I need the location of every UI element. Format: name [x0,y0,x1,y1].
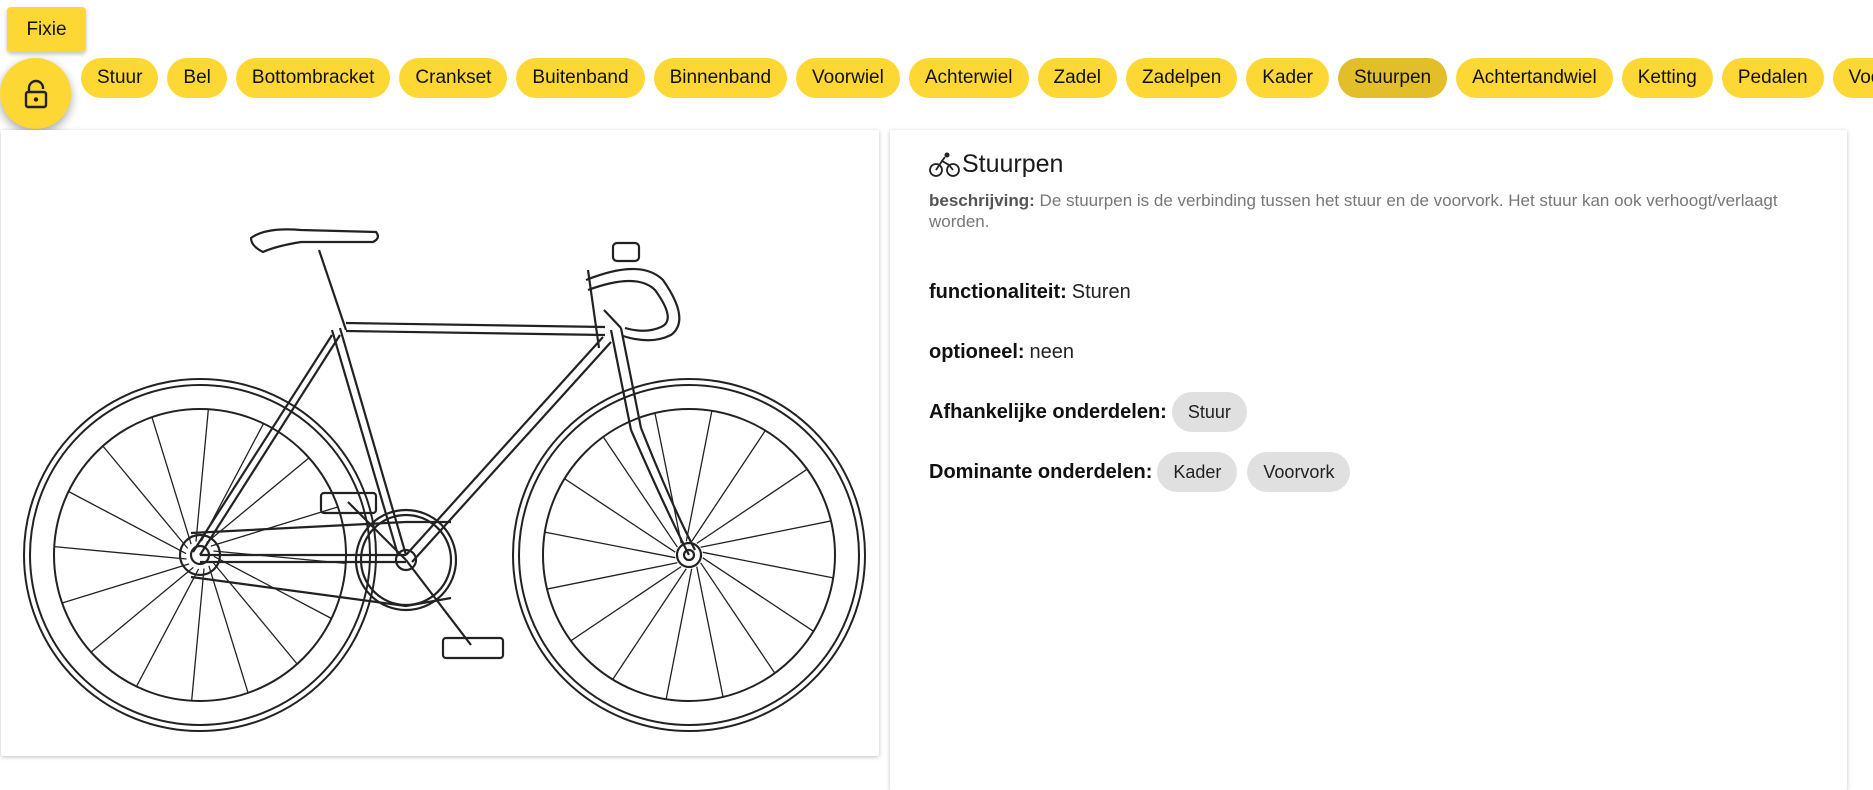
dominant-parts-list: Kader Voorvork [1157,452,1360,492]
wheel-spoke [685,410,713,542]
part-chip-zadel[interactable]: Zadel [1037,58,1118,98]
dominant-label: Dominante onderdelen: [929,460,1153,483]
part-chip-crankset[interactable]: Crankset [399,58,508,98]
optional-value: neen [1029,341,1075,363]
functionality-row: functionaliteit: Sturen [929,281,1131,304]
wheel-spoke [700,562,776,674]
part-chip-binnenband[interactable]: Binnenband [653,58,788,98]
part-pill-kader[interactable]: Kader [1157,452,1238,492]
bike-type-button[interactable]: Fixie [7,7,86,52]
wheel-spoke [546,562,678,590]
part-description: beschrijving: De stuurpen is de verbindi… [929,190,1809,232]
dependent-label: Afhankelijke onderdelen: [929,400,1167,423]
wheel-spoke [190,568,205,701]
part-chip-stuur[interactable]: Stuur [81,58,159,98]
wheel-spoke [691,430,766,542]
part-chip-stuurpen[interactable]: Stuurpen [1337,58,1448,98]
dominant-parts-row: Dominante onderdelen: Kader Voorvork [929,452,1360,492]
part-detail-card: Stuurpen beschrijving: De stuurpen is de… [890,130,1847,790]
wheel-spoke [151,416,192,545]
bike-image-card [1,130,879,756]
description-label: beschrijving: [929,191,1035,210]
wheel-spoke [135,568,200,687]
part-chip-bottombracket[interactable]: Bottombracket [235,58,391,98]
part-pill-voorvork[interactable]: Voorvork [1247,452,1351,492]
part-title-row: Stuurpen [929,150,1063,179]
wheel-spoke [612,568,687,680]
functionality-label: functionaliteit: [929,281,1067,303]
wheel-spoke [54,545,187,560]
wheel-spoke [702,551,834,579]
description-text: De stuurpen is de verbinding tussen het … [929,191,1778,231]
parts-chip-bar: Stuur Bel Bottombracket Crankset Buitenband B… [81,58,1873,98]
part-chip-bel[interactable]: Bel [167,58,227,98]
wheel-spoke [90,566,194,653]
optional-label: optioneel: [929,341,1025,363]
dependent-parts-list: Stuur [1171,392,1257,432]
lock-button[interactable] [0,58,71,129]
wheel-spoke [702,557,814,632]
part-chip-ketting[interactable]: Ketting [1621,58,1713,98]
part-chip-buitenband[interactable]: Buitenband [516,58,645,98]
part-chip-voorvork[interactable]: Voorvork [1832,58,1873,98]
part-chip-pedalen[interactable]: Pedalen [1721,58,1824,98]
part-chip-achtertandwiel[interactable]: Achtertandwiel [1456,58,1613,98]
wheel-spoke [102,445,189,549]
wheel-spoke [700,520,832,548]
wheel-spoke [544,531,676,559]
lock-icon [24,79,47,108]
bicycle-icon [929,152,960,177]
wheel-spoke [211,561,298,665]
part-chip-kader[interactable]: Kader [1246,58,1329,98]
functionality-value: Sturen [1071,281,1131,303]
wheel-spoke [570,566,682,642]
bicycle-drawing [23,228,866,732]
wheel-spoke [61,563,190,604]
part-pill-stuur[interactable]: Stuur [1171,392,1247,432]
part-chip-achterwiel[interactable]: Achterwiel [908,58,1029,98]
wheel-spoke [68,490,187,555]
dependent-parts-row: Afhankelijke onderdelen: Stuur [929,392,1257,432]
wheel-spoke [696,468,808,544]
part-title: Stuurpen [962,150,1064,178]
wheel-spoke [665,568,693,700]
part-chip-voorwiel[interactable]: Voorwiel [796,58,900,98]
wheel-spoke [654,412,682,544]
wheel-spoke [696,566,724,698]
optional-row: optioneel: neen [929,341,1074,364]
wheel-spoke [195,409,210,542]
part-chip-zadelpen[interactable]: Zadelpen [1126,58,1238,98]
